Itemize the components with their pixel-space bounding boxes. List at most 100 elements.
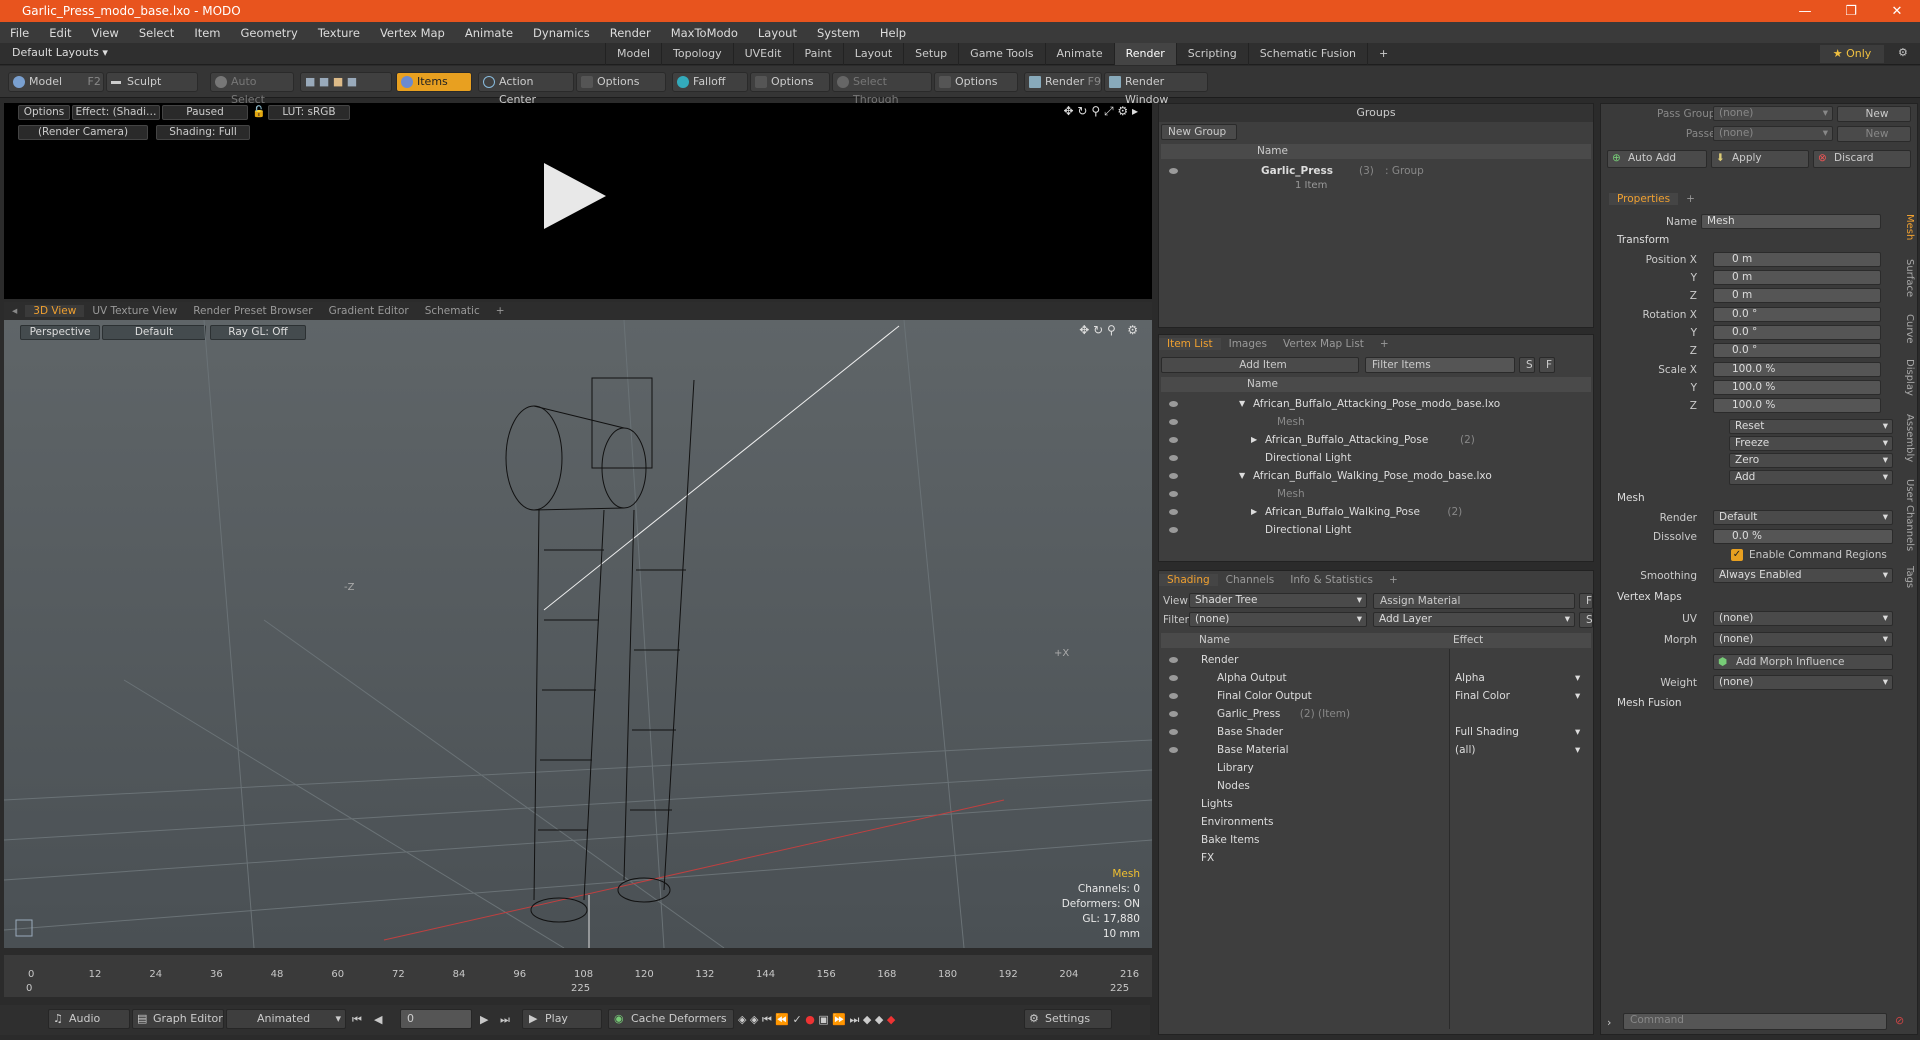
tab-uv-texture-view[interactable]: UV Texture View: [84, 305, 185, 317]
list-item[interactable]: ▼ African_Buffalo_Walking_Pose_modo_base.…: [1161, 467, 1591, 485]
loop-icon[interactable]: ▣: [818, 1013, 828, 1026]
side-tab-tags[interactable]: Tags: [1901, 566, 1915, 600]
eye-icon[interactable]: [1169, 419, 1178, 425]
weight-dropdown[interactable]: (none): [1713, 675, 1893, 690]
next-key-icon[interactable]: ⏭: [849, 1013, 859, 1026]
menu-item[interactable]: Item: [184, 26, 230, 40]
shader-row[interactable]: Base Material (all) ▾: [1161, 741, 1591, 759]
eye-icon[interactable]: [1169, 729, 1178, 735]
command-stop-icon[interactable]: ⊘: [1895, 1014, 1904, 1027]
list-item[interactable]: Mesh: [1161, 413, 1591, 431]
shader-effect[interactable]: Full Shading: [1455, 723, 1519, 741]
clear-key-icon[interactable]: ◆: [887, 1013, 895, 1026]
menu-view[interactable]: View: [82, 26, 129, 40]
eye-icon[interactable]: [1169, 437, 1178, 443]
add-item-dropdown[interactable]: Add Item: [1161, 357, 1359, 373]
freeze-dropdown[interactable]: Freeze: [1729, 436, 1893, 451]
eye-icon[interactable]: [1169, 491, 1178, 497]
assign-material-button[interactable]: Assign Material: [1373, 593, 1575, 609]
position-y-input[interactable]: 0 m: [1713, 270, 1881, 285]
next-frame-icon[interactable]: ⏩: [832, 1013, 846, 1026]
menu-texture[interactable]: Texture: [308, 26, 370, 40]
render-window-button[interactable]: Render Window: [1104, 72, 1208, 106]
audio-button[interactable]: ♫ Audio: [48, 1009, 130, 1029]
render-options-button[interactable]: Options: [18, 105, 70, 120]
list-item[interactable]: ▶ African_Buffalo_Walking_Pose (2): [1161, 503, 1591, 521]
rotate-icon[interactable]: ↻: [1077, 104, 1087, 118]
eye-icon[interactable]: [1169, 747, 1178, 753]
position-x-input[interactable]: 0 m: [1713, 252, 1881, 267]
play-button[interactable]: ▶ Play: [522, 1009, 602, 1029]
auto-add-button[interactable]: ⊕ Auto Add: [1607, 150, 1707, 168]
tab-paint[interactable]: Paint: [792, 43, 843, 65]
tab-layout[interactable]: Layout: [842, 43, 903, 65]
shader-row[interactable]: FX: [1161, 849, 1591, 867]
render-dropdown[interactable]: Default: [1713, 510, 1893, 525]
command-input[interactable]: Command: [1623, 1013, 1887, 1030]
restore-button[interactable]: ❐: [1828, 4, 1874, 19]
expand-icon[interactable]: ⤢: [1104, 104, 1114, 118]
shader-row[interactable]: Library: [1161, 759, 1591, 777]
group-row[interactable]: Garlic_Press (3) : Group: [1161, 162, 1591, 180]
step-back-icon[interactable]: ◀: [374, 1013, 382, 1026]
scale-x-input[interactable]: 100.0 %: [1713, 362, 1881, 377]
menu-system[interactable]: System: [807, 26, 870, 40]
menu-select[interactable]: Select: [129, 26, 184, 40]
view-dropdown[interactable]: Shader Tree: [1189, 593, 1367, 608]
chevron-down-icon[interactable]: ▾: [1575, 723, 1580, 741]
tab-setup[interactable]: Setup: [903, 43, 958, 65]
options-button-1[interactable]: Options: [576, 72, 666, 92]
action-center-button[interactable]: Action Center: [478, 72, 574, 106]
tab-schematic[interactable]: Schematic: [417, 305, 488, 317]
list-item[interactable]: Directional Light: [1161, 521, 1591, 539]
shader-row[interactable]: Alpha Output Alpha ▾: [1161, 669, 1591, 687]
chevron-down-icon[interactable]: ▾: [1575, 741, 1580, 759]
material-mode-icon[interactable]: ■: [347, 75, 357, 88]
chevron-right-icon[interactable]: ▶: [1251, 431, 1257, 449]
chevron-right-icon[interactable]: ▶: [1251, 503, 1257, 521]
options-button-3[interactable]: Options: [934, 72, 1018, 92]
eye-icon[interactable]: [1169, 509, 1178, 515]
side-tab-assembly[interactable]: Assembly: [1901, 414, 1915, 474]
add-properties-tab[interactable]: +: [1678, 193, 1703, 205]
shader-row[interactable]: Garlic_Press (2) (Item): [1161, 705, 1591, 723]
lock-icon[interactable]: 🔓: [252, 105, 266, 118]
shader-row[interactable]: Render: [1161, 651, 1591, 669]
prev-key-icon[interactable]: ⏮: [762, 1013, 772, 1026]
new-pass-group-button[interactable]: New: [1837, 106, 1911, 122]
tab-properties[interactable]: Properties: [1609, 193, 1679, 205]
shader-effect[interactable]: Alpha: [1455, 669, 1485, 687]
shader-row[interactable]: Base Shader Full Shading ▾: [1161, 723, 1591, 741]
list-item[interactable]: Directional Light: [1161, 449, 1591, 467]
smoothing-dropdown[interactable]: Always Enabled: [1713, 568, 1893, 583]
options-button-2[interactable]: Options: [750, 72, 830, 92]
sculpt-button[interactable]: Sculpt: [106, 72, 198, 92]
side-tab-mesh[interactable]: Mesh: [1901, 214, 1915, 254]
render-button[interactable]: Render F9: [1024, 72, 1102, 92]
morph-dropdown[interactable]: (none): [1713, 632, 1893, 647]
play-icon[interactable]: [544, 163, 606, 229]
cache-deformers-button[interactable]: ◉ Cache Deformers: [608, 1009, 734, 1029]
side-tab-user-channels[interactable]: User Channels: [1901, 479, 1915, 563]
transform-section[interactable]: Transform: [1617, 234, 1669, 246]
menu-layout[interactable]: Layout: [748, 26, 807, 40]
eye-icon[interactable]: [1169, 473, 1178, 479]
minimize-button[interactable]: —: [1782, 4, 1828, 19]
dissolve-input[interactable]: 0.0 %: [1713, 529, 1893, 544]
panel-menu-icon[interactable]: ◂: [4, 305, 25, 317]
tab-topology[interactable]: Topology: [661, 43, 733, 65]
render-preview[interactable]: Options Effect: (Shadi… Paused 🔓 LUT: sR…: [4, 103, 1152, 299]
tab-game-tools[interactable]: Game Tools: [958, 43, 1044, 65]
shader-row[interactable]: Final Color Output Final Color ▾: [1161, 687, 1591, 705]
pass-groups-dropdown[interactable]: (none): [1713, 106, 1833, 121]
tab-channels[interactable]: Channels: [1218, 574, 1283, 586]
auto-key-icon[interactable]: ◈: [750, 1013, 758, 1026]
keys-icon[interactable]: ◆: [863, 1013, 871, 1026]
menu-vertex-map[interactable]: Vertex Map: [370, 26, 455, 40]
eye-icon[interactable]: [1169, 711, 1178, 717]
rotation-z-input[interactable]: 0.0 °: [1713, 343, 1881, 358]
items-button[interactable]: Items: [396, 72, 472, 92]
apply-button[interactable]: ⬇ Apply: [1711, 150, 1809, 168]
tab-animate[interactable]: Animate: [1044, 43, 1114, 65]
new-group-button[interactable]: New Group: [1161, 124, 1237, 140]
